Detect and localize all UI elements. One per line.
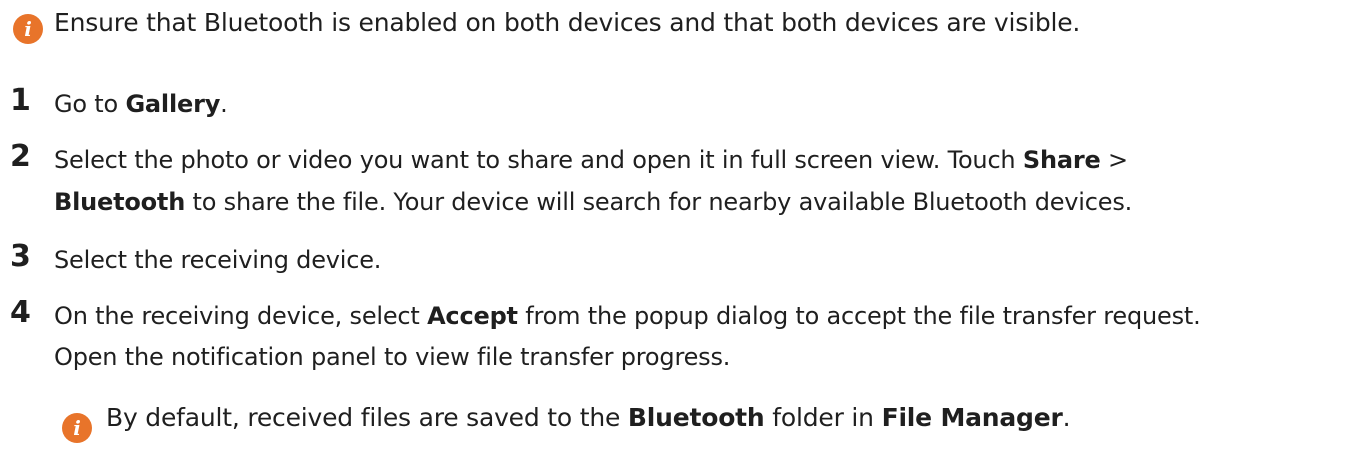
menu-label-share: Share [1022, 146, 1101, 174]
document-page: i Ensure that Bluetooth is enabled on bo… [0, 0, 1352, 454]
step-number: 2 [10, 139, 31, 174]
info-icon: i [62, 413, 92, 443]
svg-text:i: i [24, 17, 32, 41]
folder-label-bluetooth: Bluetooth [627, 403, 765, 432]
step-number: 4 [10, 295, 31, 330]
menu-label-bluetooth: Bluetooth [54, 188, 186, 216]
step-2-line-1: Select the photo or video you want to sh… [54, 146, 1128, 174]
info-note-top: Ensure that Bluetooth is enabled on both… [54, 8, 1081, 37]
info-note-bottom: By default, received files are saved to … [106, 403, 1071, 432]
step-4-line-1: On the receiving device, select Accept f… [54, 302, 1201, 330]
step-number: 3 [10, 239, 31, 274]
step-4-line-2: Open the notification panel to view file… [54, 343, 731, 371]
step-2-line-2: Bluetooth to share the file. Your device… [54, 188, 1133, 216]
step-3-line: Select the receiving device. [54, 246, 382, 274]
menu-label-accept: Accept [427, 302, 518, 330]
svg-text:i: i [73, 416, 81, 440]
step-1-line: Go to Gallery. [54, 90, 228, 118]
step-number: 1 [10, 83, 31, 118]
info-icon: i [13, 14, 43, 44]
menu-label-gallery: Gallery [125, 90, 221, 118]
app-label-file-manager: File Manager [881, 403, 1063, 432]
